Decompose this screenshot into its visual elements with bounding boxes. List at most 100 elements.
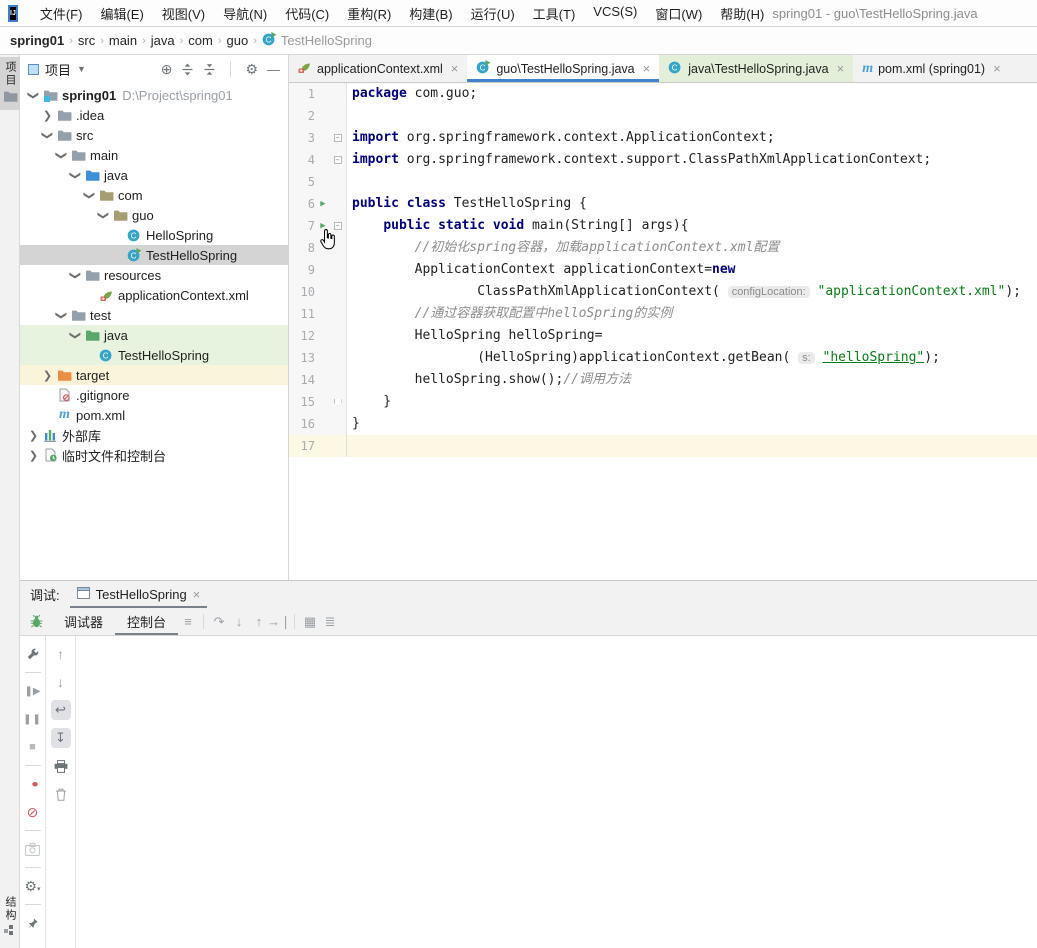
chevron-expanded-icon[interactable]: ❯ (97, 208, 110, 223)
code-line-2[interactable]: 2 (289, 105, 1037, 127)
code-line-13[interactable]: 13 (HelloSpring)applicationContext.getBe… (289, 347, 1037, 369)
stop-icon[interactable]: ■ (23, 737, 43, 757)
menu-11[interactable]: 窗口(W) (647, 2, 710, 25)
print-icon[interactable] (51, 756, 71, 776)
breadcrumb-item-com[interactable]: com (188, 33, 213, 48)
tree-item-pom.xml[interactable]: mpom.xml (20, 405, 288, 425)
locate-icon[interactable]: ⊕ (161, 61, 173, 78)
code-line-7[interactable]: 7▶− public static void main(String[] arg… (289, 215, 1037, 237)
breadcrumb-class[interactable]: CTestHelloSpring (262, 32, 372, 49)
step-over-icon[interactable]: ↷ (209, 612, 229, 632)
debug-session-tab[interactable]: TestHelloSpring × (70, 581, 208, 608)
project-stripe-button[interactable]: 项目 (0, 57, 20, 110)
tree-item-外部库[interactable]: ❯外部库 (20, 425, 288, 445)
pause-icon[interactable]: ❚❚ (23, 709, 43, 729)
close-icon[interactable]: × (643, 61, 651, 76)
soft-wrap-icon[interactable]: ↩ (51, 700, 71, 720)
run-line-icon[interactable]: ▶ (315, 193, 331, 215)
camera-icon[interactable] (23, 839, 43, 859)
hide-icon[interactable]: — (267, 62, 280, 77)
breadcrumb-item-spring01[interactable]: spring01 (10, 33, 64, 48)
tree-item-resources[interactable]: ❯resources (20, 265, 288, 285)
chevron-expanded-icon[interactable]: ❯ (55, 148, 68, 163)
code-line-10[interactable]: 10 ClassPathXmlApplicationContext( confi… (289, 281, 1037, 303)
tree-item-main[interactable]: ❯main (20, 145, 288, 165)
breadcrumb-item-guo[interactable]: guo (227, 33, 249, 48)
down-icon[interactable]: ↓ (51, 672, 71, 692)
editor-tab-2[interactable]: Cguo\TestHelloSpring.java× (467, 55, 659, 82)
tree-item-test[interactable]: ❯test (20, 305, 288, 325)
expand-all-icon[interactable] (181, 63, 194, 76)
debug-tab-2[interactable]: 控制台 (115, 608, 178, 635)
menu-6[interactable]: 重构(R) (339, 2, 399, 25)
console-output[interactable] (76, 636, 1037, 948)
chevron-expanded-icon[interactable]: ❯ (27, 88, 40, 103)
chevron-collapsed-icon[interactable]: ❯ (40, 109, 55, 122)
code-line-3[interactable]: 3−import org.springframework.context.App… (289, 127, 1037, 149)
scroll-end-icon[interactable]: ↧ (51, 728, 71, 748)
run-line-icon[interactable]: ▶ (315, 215, 331, 237)
chevron-expanded-icon[interactable]: ❯ (69, 168, 82, 183)
tree-item-.gitignore[interactable]: .gitignore (20, 385, 288, 405)
close-icon[interactable]: × (837, 61, 845, 76)
menu-10[interactable]: VCS(S) (585, 2, 645, 25)
close-icon[interactable]: × (451, 61, 459, 76)
chevron-expanded-icon[interactable]: ❯ (55, 308, 68, 323)
tree-item-临时文件和控制台[interactable]: ❯临时文件和控制台 (20, 445, 288, 465)
code-line-14[interactable]: 14 helloSpring.show();//调用方法 (289, 369, 1037, 391)
fold-marker-icon[interactable] (331, 399, 344, 406)
tree-item-guo[interactable]: ❯guo (20, 205, 288, 225)
code-line-1[interactable]: 1package com.guo; (289, 83, 1037, 105)
editor-tab-4[interactable]: mpom.xml (spring01)× (853, 55, 1009, 82)
pin-icon[interactable] (23, 913, 43, 933)
close-icon[interactable]: × (193, 587, 201, 602)
step-into-icon[interactable]: ↓ (229, 612, 249, 632)
menu-5[interactable]: 代码(C) (277, 2, 337, 25)
tree-item-target[interactable]: ❯target (20, 365, 288, 385)
code-line-16[interactable]: 16} (289, 413, 1037, 435)
menu-1[interactable]: 文件(F) (32, 2, 91, 25)
step-out-icon[interactable]: ↑ (249, 612, 269, 632)
breadcrumb-item-main[interactable]: main (109, 33, 137, 48)
menu-3[interactable]: 视图(V) (154, 2, 213, 25)
menu-8[interactable]: 运行(U) (463, 2, 523, 25)
close-icon[interactable]: × (993, 61, 1001, 76)
chevron-expanded-icon[interactable]: ❯ (83, 188, 96, 203)
menu-7[interactable]: 构建(B) (401, 2, 460, 25)
menu-icon[interactable]: ≡ (178, 612, 198, 632)
menu-4[interactable]: 导航(N) (215, 2, 275, 25)
menu-12[interactable]: 帮助(H) (712, 2, 772, 25)
code-line-6[interactable]: 6▶public class TestHelloSpring { (289, 193, 1037, 215)
code-line-9[interactable]: 9 ApplicationContext applicationContext=… (289, 259, 1037, 281)
view-breakpoints-icon[interactable]: ●● (23, 774, 43, 794)
mute-breakpoints-icon[interactable]: ⊘ (23, 802, 43, 822)
tree-item-spring01[interactable]: ❯spring01D:\Project\spring01 (20, 85, 288, 105)
breadcrumb-item-java[interactable]: java (151, 33, 175, 48)
chevron-collapsed-icon[interactable]: ❯ (40, 369, 55, 382)
tree-item-applicationContext.xml[interactable]: applicationContext.xml (20, 285, 288, 305)
trash-icon[interactable] (51, 784, 71, 804)
up-icon[interactable]: ↑ (51, 644, 71, 664)
chevron-collapsed-icon[interactable]: ❯ (26, 449, 41, 462)
evaluate-icon[interactable]: ▦ (300, 612, 320, 632)
code-line-12[interactable]: 12 HelloSpring helloSpring= (289, 325, 1037, 347)
code-line-17[interactable]: 17 (289, 435, 1037, 457)
breadcrumb-item-src[interactable]: src (78, 33, 95, 48)
tree-item-TestHelloSpring[interactable]: CTestHelloSpring (20, 245, 288, 265)
code-line-8[interactable]: 8 //初始化spring容器，加载applicationContext.xml… (289, 237, 1037, 259)
wrench-icon[interactable] (23, 644, 43, 664)
settings-gear-icon[interactable]: ⚙▾ (23, 876, 43, 896)
editor-tab-1[interactable]: applicationContext.xml× (289, 55, 467, 82)
code-line-15[interactable]: 15 } (289, 391, 1037, 413)
tree-item-com[interactable]: ❯com (20, 185, 288, 205)
menu-9[interactable]: 工具(T) (525, 2, 584, 25)
code-line-4[interactable]: 4−import org.springframework.context.sup… (289, 149, 1037, 171)
structure-stripe-button[interactable]: 结构 (0, 892, 20, 942)
menu-2[interactable]: 编辑(E) (92, 2, 151, 25)
resume-icon[interactable]: ❚▶ (23, 681, 43, 701)
tree-item-src[interactable]: ❯src (20, 125, 288, 145)
fold-marker-icon[interactable]: − (331, 156, 344, 164)
editor-tab-3[interactable]: Cjava\TestHelloSpring.java× (659, 55, 853, 82)
tree-item-java[interactable]: ❯java (20, 165, 288, 185)
code-line-5[interactable]: 5 (289, 171, 1037, 193)
